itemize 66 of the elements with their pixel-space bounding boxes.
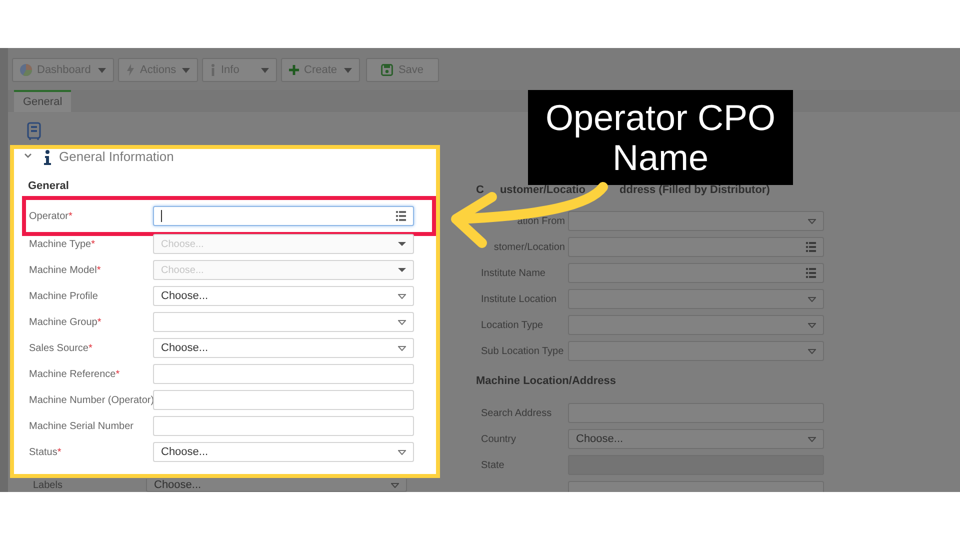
- group-title: General: [28, 179, 70, 192]
- vending-machine-icon: [27, 122, 41, 140]
- dropdown-field[interactable]: [568, 211, 824, 231]
- field-value: Choose...: [154, 479, 202, 491]
- dropdown-field[interactable]: [568, 289, 824, 309]
- info-icon: [44, 150, 51, 164]
- text-cursor: [161, 210, 162, 222]
- dropdown-field[interactable]: [568, 341, 824, 361]
- callout-box: Operator CPO Name: [528, 90, 793, 185]
- caret-icon: [398, 450, 406, 454]
- lookup-field[interactable]: [153, 206, 414, 226]
- caret-icon: [398, 294, 406, 298]
- field-label: Labels: [32, 480, 64, 492]
- field-label: Machine Serial Number: [29, 420, 134, 434]
- dropdown-field[interactable]: Choose...: [146, 479, 407, 492]
- caret-icon: [398, 268, 406, 272]
- section-heading: C: [476, 183, 484, 196]
- field-label: Machine Profile: [29, 290, 99, 304]
- list-icon: [396, 211, 406, 221]
- caret-icon: [391, 482, 399, 488]
- field-label: Machine Type*: [29, 238, 96, 252]
- field-value: Choose...: [161, 340, 208, 356]
- field-label: Institute Name: [480, 266, 546, 280]
- field-value: Choose...: [576, 432, 624, 447]
- field-value: Choose...: [161, 288, 208, 304]
- field-label: Sales Source*: [29, 342, 94, 356]
- caret-icon: [398, 346, 406, 350]
- lookup-field[interactable]: [568, 263, 824, 283]
- list-icon: [806, 268, 816, 278]
- info-icon: [210, 64, 216, 76]
- field-label: Sub Location Type: [480, 344, 565, 358]
- dropdown-field[interactable]: Choose...: [568, 429, 824, 449]
- section-heading: Machine Location/Address: [476, 374, 616, 387]
- caret-icon: [808, 436, 816, 442]
- dropdown-field[interactable]: Choose...: [153, 286, 414, 306]
- caret-icon: [808, 218, 816, 224]
- pie-chart-icon: [20, 64, 32, 76]
- section-title: General Information: [59, 148, 174, 166]
- field-label: Machine Group*: [29, 316, 102, 330]
- field-label: stomer/Location: [492, 240, 566, 254]
- field-label: Status*: [29, 446, 62, 460]
- caret-icon: [398, 242, 406, 246]
- plus-icon: [289, 65, 299, 75]
- caret-icon: [808, 296, 816, 302]
- caret-icon: [808, 322, 816, 328]
- field-label: Machine Reference*: [29, 368, 121, 382]
- field-label: Institute Location: [480, 292, 558, 306]
- field-label: Search Address: [480, 406, 553, 420]
- lightning-icon: [126, 64, 135, 76]
- field-label: State: [480, 458, 506, 472]
- tab[interactable]: General: [14, 90, 72, 112]
- field-label: Operator*: [29, 210, 74, 224]
- lookup-field[interactable]: [568, 237, 824, 257]
- caret-icon: [398, 320, 406, 324]
- section-heading: ustomer/Locatio: [500, 183, 586, 196]
- dropdown-field[interactable]: Choose...: [153, 338, 414, 358]
- dropdown-field[interactable]: Choose...: [153, 442, 414, 462]
- section-heading: ddress (Filled by Distributor): [620, 183, 770, 196]
- list-icon: [806, 242, 816, 252]
- field-label: Location Type: [480, 318, 544, 332]
- field-label: Machine Model*: [29, 264, 102, 278]
- caret-icon: [808, 348, 816, 354]
- field-value: Choose...: [161, 444, 208, 460]
- dropdown-field[interactable]: [568, 315, 824, 335]
- field-label: Country: [480, 432, 518, 446]
- field-label: Machine Number (Operator): [29, 394, 153, 408]
